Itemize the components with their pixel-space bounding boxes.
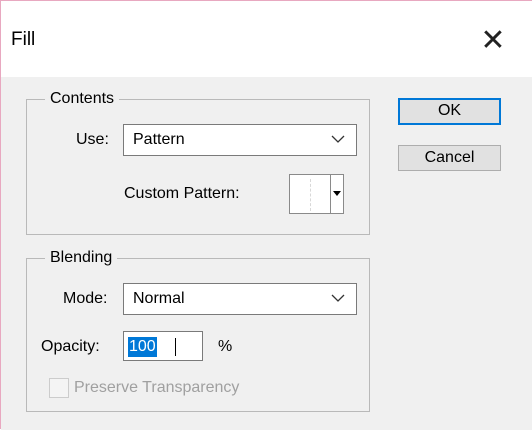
use-select-value: Pattern bbox=[133, 131, 185, 148]
custom-pattern-label: Custom Pattern: bbox=[124, 185, 240, 202]
ok-button[interactable]: OK bbox=[398, 98, 501, 125]
use-select[interactable]: Pattern bbox=[123, 124, 357, 156]
opacity-label: Opacity: bbox=[41, 338, 100, 355]
blending-legend: Blending bbox=[45, 248, 118, 268]
triangle-down-icon bbox=[333, 191, 341, 196]
title-bar: Fill ✕ bbox=[1, 1, 532, 77]
chevron-down-icon bbox=[331, 294, 345, 302]
mode-label: Mode: bbox=[63, 290, 108, 307]
cancel-button[interactable]: Cancel bbox=[398, 145, 501, 171]
close-icon: ✕ bbox=[480, 23, 506, 58]
pattern-preview-line bbox=[310, 179, 311, 211]
chevron-down-icon bbox=[331, 135, 345, 143]
preserve-transparency-label: Preserve Transparency bbox=[74, 379, 240, 396]
pattern-swatch bbox=[292, 177, 329, 213]
opacity-input[interactable]: 100 bbox=[123, 331, 203, 361]
opacity-value: 100 bbox=[128, 337, 157, 357]
mode-select-value: Normal bbox=[133, 290, 185, 307]
pattern-menu-button[interactable] bbox=[330, 175, 343, 213]
contents-group: Contents Use: Pattern Custom Pattern: bbox=[26, 89, 370, 235]
fill-dialog: Fill ✕ Contents Use: Pattern Custom Patt… bbox=[0, 0, 532, 430]
mode-select[interactable]: Normal bbox=[123, 283, 357, 315]
preserve-transparency-checkbox[interactable] bbox=[49, 378, 69, 398]
opacity-unit: % bbox=[218, 338, 233, 355]
dialog-body: Contents Use: Pattern Custom Pattern: OK… bbox=[1, 77, 532, 430]
dialog-title: Fill bbox=[11, 29, 36, 50]
text-caret bbox=[175, 338, 176, 356]
close-button[interactable]: ✕ bbox=[467, 23, 519, 59]
use-label: Use: bbox=[76, 131, 109, 148]
contents-legend: Contents bbox=[45, 89, 120, 109]
custom-pattern-picker[interactable] bbox=[289, 174, 344, 214]
blending-group: Blending Mode: Normal Opacity: 100 % Pre… bbox=[26, 248, 370, 412]
